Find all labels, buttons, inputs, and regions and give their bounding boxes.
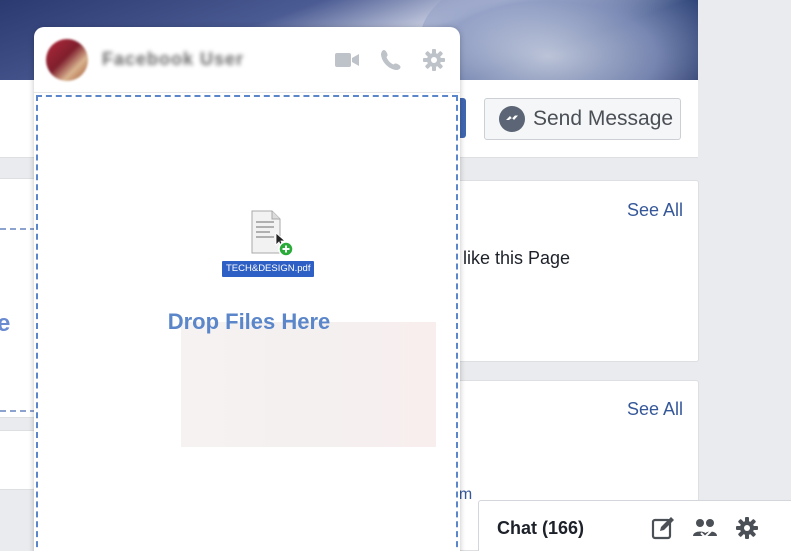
chat-sidebar-bar[interactable]: Chat (166) [478,500,791,551]
gear-icon[interactable] [735,516,759,540]
see-all-link[interactable]: See All [627,399,683,420]
background-image-ghost [181,322,436,447]
left-partial-text: e [0,310,11,337]
gear-icon[interactable] [422,48,446,72]
cover-graphic [420,0,698,80]
drop-files-label: Drop Files Here [167,309,331,334]
chat-bar-actions [651,516,759,540]
group-icon[interactable] [691,516,719,540]
send-message-label: Send Message [533,107,674,130]
avatar[interactable] [46,38,88,81]
pdf-file-icon[interactable] [250,209,294,257]
chat-title[interactable]: Chat (166) [497,518,584,539]
phone-icon[interactable] [379,48,403,72]
dragged-file-name: TECH&DESIGN.pdf [222,261,315,277]
see-all-link[interactable]: See All [627,200,683,221]
send-message-button[interactable]: Send Message [484,98,681,140]
chat-header-actions [334,48,446,72]
chat-header[interactable]: Facebook User [34,27,460,93]
contact-name[interactable]: Facebook User [102,49,270,70]
compose-icon[interactable] [651,516,675,540]
file-drop-zone[interactable]: TECH&DESIGN.pdf Drop Files Here [36,95,458,551]
likes-text: o like this Page [448,248,571,268]
left-card-lower [0,430,36,490]
messenger-icon [499,106,525,132]
chat-tab[interactable]: Facebook User TECH&DESIGN.pdf Drop Files… [34,27,460,551]
video-call-icon[interactable] [334,50,360,70]
